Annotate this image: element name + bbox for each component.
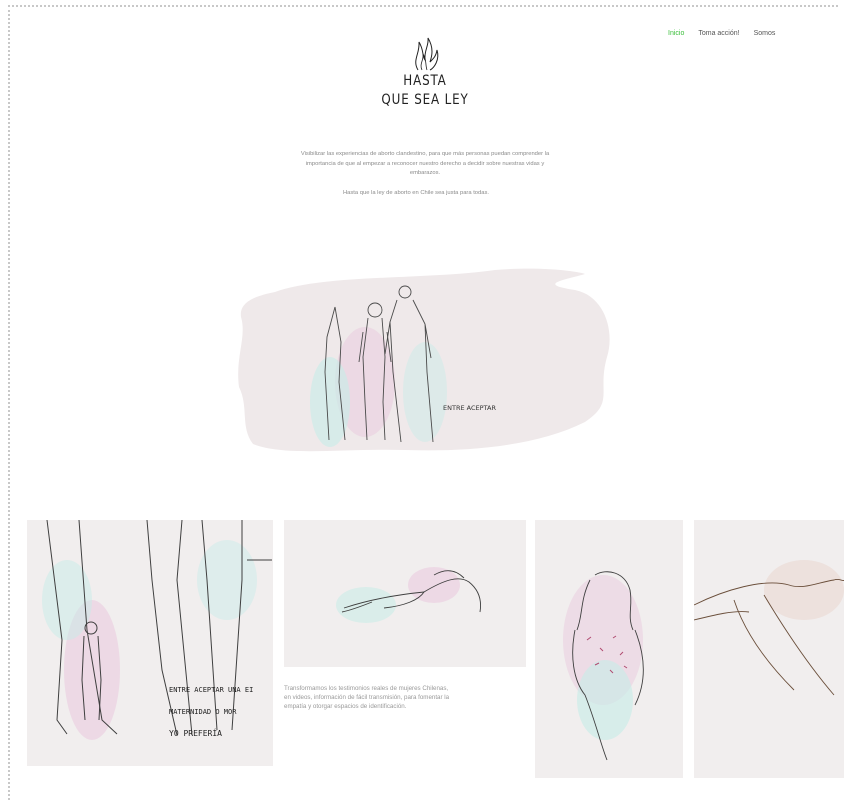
gallery-photo-3[interactable] [535,520,683,778]
flame-icon [415,37,439,71]
logo-line-1: HASTA [403,73,447,89]
photo1-text-line-2: MATERNIDAD O MOR [169,708,237,716]
hero-handwritten-text: ENTRE ACEPTAR [443,404,496,412]
hero-illustration: ENTRE ACEPTAR [235,262,615,462]
nav-item-somos[interactable]: Somos [754,30,776,37]
site-logo[interactable]: HASTA QUE SEA LEY [360,36,490,136]
intro-paragraph-1: Visibilizar las experiencias de aborto c… [300,151,550,176]
gallery-photo-2[interactable] [284,520,526,667]
gallery-photo-1[interactable]: ENTRE ACEPTAR UNA EI MATERNIDAD O MOR YO… [27,520,273,766]
photo1-text-line-1: ENTRE ACEPTAR UNA EI [169,686,253,694]
page-frame-left-border [8,5,10,800]
nav-item-inicio[interactable]: Inicio [668,30,684,37]
logo-line-2: QUE SEA LEY [381,92,469,108]
photo1-text-line-3: YO PREFERÍA [169,727,222,738]
gallery-photo-4[interactable] [694,520,844,778]
page-frame-top-border [8,5,838,7]
gallery-caption: Transformamos los testimonios reales de … [284,685,450,710]
nav-item-toma-accion[interactable]: Toma acción! [698,30,739,37]
main-nav: Inicio Toma acción! Somos [668,30,775,37]
